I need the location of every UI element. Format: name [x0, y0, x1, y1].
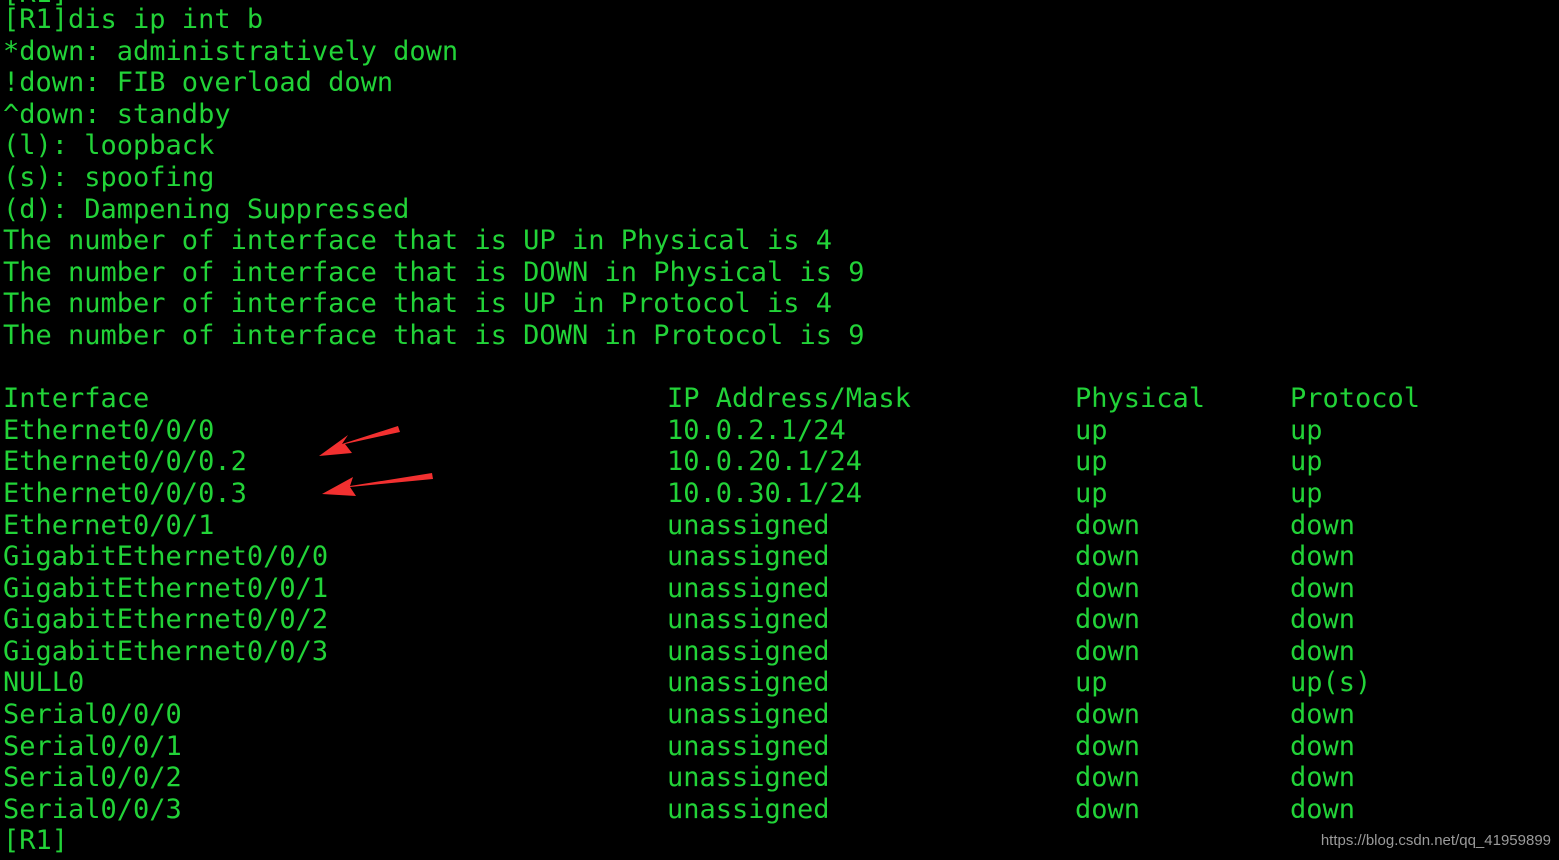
- cell-interface: Ethernet0/0/0: [3, 414, 215, 446]
- cell-protocol-status: down: [1290, 572, 1356, 604]
- cell-protocol-status: up(s): [1290, 667, 1372, 699]
- cell-ip-address: unassigned: [667, 793, 830, 825]
- table-header-interface: Interface: [3, 383, 150, 415]
- cell-interface: Ethernet0/0/0.2: [3, 446, 247, 478]
- cell-ip-address: unassigned: [667, 509, 830, 541]
- cell-physical-status: down: [1075, 730, 1141, 762]
- cell-protocol-status: down: [1290, 730, 1356, 762]
- cell-physical-status: up: [1075, 414, 1108, 446]
- table-row: Serial0/0/1 unassigned down down: [3, 731, 1559, 763]
- table-header-protocol: Protocol: [1290, 383, 1421, 415]
- cell-ip-address: unassigned: [667, 762, 830, 794]
- terminal-output: [R1]dis ip int b *down: administratively…: [3, 4, 1559, 857]
- legend-line-fib-overload: !down: FIB overload down: [3, 67, 394, 99]
- blank-separator-line: [3, 352, 1559, 384]
- cell-protocol-status: down: [1290, 635, 1356, 667]
- cell-interface: GigabitEthernet0/0/2: [3, 604, 329, 636]
- cell-protocol-status: down: [1290, 699, 1356, 731]
- cell-physical-status: down: [1075, 762, 1141, 794]
- legend-line-admin-down: *down: administratively down: [3, 35, 459, 67]
- legend-line-loopback: (l): loopback: [3, 130, 215, 162]
- cell-physical-status: down: [1075, 604, 1141, 636]
- table-row: Serial0/0/3 unassigned down down: [3, 794, 1559, 826]
- terminal-window[interactable]: [R1] [R1]dis ip int b *down: administrat…: [0, 0, 1559, 860]
- cell-interface: Serial0/0/0: [3, 699, 182, 731]
- summary-up-physical: The number of interface that is UP in Ph…: [3, 225, 833, 257]
- table-row: Serial0/0/2 unassigned down down: [3, 762, 1559, 794]
- cell-protocol-status: down: [1290, 762, 1356, 794]
- summary-down-physical: The number of interface that is DOWN in …: [3, 256, 865, 288]
- cell-physical-status: up: [1075, 477, 1108, 509]
- table-row: NULL0 unassigned up up(s): [3, 667, 1559, 699]
- cell-protocol-status: up: [1290, 414, 1323, 446]
- table-row: GigabitEthernet0/0/2 unassigned down dow…: [3, 604, 1559, 636]
- summary-up-protocol: The number of interface that is UP in Pr…: [3, 288, 833, 320]
- table-row: Ethernet0/0/0 10.0.2.1/24 up up: [3, 415, 1559, 447]
- cell-physical-status: down: [1075, 572, 1141, 604]
- cell-interface: GigabitEthernet0/0/3: [3, 635, 329, 667]
- cell-ip-address: unassigned: [667, 730, 830, 762]
- cell-protocol-status: down: [1290, 604, 1356, 636]
- cell-physical-status: down: [1075, 541, 1141, 573]
- table-header-row: Interface IP Address/Mask Physical Proto…: [3, 383, 1559, 415]
- cell-ip-address: unassigned: [667, 541, 830, 573]
- cell-interface: Ethernet0/0/0.3: [3, 477, 247, 509]
- cell-ip-address: 10.0.30.1/24: [667, 477, 863, 509]
- command-line: [R1]dis ip int b: [3, 4, 264, 35]
- watermark-url: https://blog.csdn.net/qq_41959899: [1320, 832, 1551, 849]
- table-row: GigabitEthernet0/0/0 unassigned down dow…: [3, 541, 1559, 573]
- table-row: Ethernet0/0/1 unassigned down down: [3, 510, 1559, 542]
- table-header-ip-address-mask: IP Address/Mask: [667, 383, 911, 415]
- table-row: Ethernet0/0/0.2 10.0.20.1/24 up up: [3, 446, 1559, 478]
- cell-interface: Serial0/0/3: [3, 793, 182, 825]
- cell-ip-address: 10.0.2.1/24: [667, 414, 846, 446]
- table-row: Ethernet0/0/0.3 10.0.30.1/24 up up: [3, 478, 1559, 510]
- cell-ip-address: 10.0.20.1/24: [667, 446, 863, 478]
- cell-protocol-status: down: [1290, 541, 1356, 573]
- cell-protocol-status: down: [1290, 509, 1356, 541]
- summary-down-protocol: The number of interface that is DOWN in …: [3, 319, 865, 351]
- table-row: GigabitEthernet0/0/1 unassigned down dow…: [3, 573, 1559, 605]
- legend-line-dampening: (d): Dampening Suppressed: [3, 193, 410, 225]
- cell-interface: GigabitEthernet0/0/1: [3, 572, 329, 604]
- cell-physical-status: down: [1075, 699, 1141, 731]
- cell-physical-status: down: [1075, 509, 1141, 541]
- cell-interface: GigabitEthernet0/0/0: [3, 541, 329, 573]
- cell-ip-address: unassigned: [667, 604, 830, 636]
- cell-interface: Serial0/0/2: [3, 762, 182, 794]
- table-row: Serial0/0/0 unassigned down down: [3, 699, 1559, 731]
- cell-physical-status: up: [1075, 446, 1108, 478]
- cell-physical-status: down: [1075, 635, 1141, 667]
- cell-interface: Serial0/0/1: [3, 730, 182, 762]
- cell-protocol-status: down: [1290, 793, 1356, 825]
- table-header-physical: Physical: [1075, 383, 1206, 415]
- cell-ip-address: unassigned: [667, 635, 830, 667]
- cell-protocol-status: up: [1290, 477, 1323, 509]
- cell-interface: Ethernet0/0/1: [3, 509, 215, 541]
- cell-ip-address: unassigned: [667, 667, 830, 699]
- cell-protocol-status: up: [1290, 446, 1323, 478]
- cell-interface: NULL0: [3, 667, 85, 699]
- cell-physical-status: down: [1075, 793, 1141, 825]
- table-row: GigabitEthernet0/0/3 unassigned down dow…: [3, 636, 1559, 668]
- cell-ip-address: unassigned: [667, 572, 830, 604]
- legend-line-standby: ^down: standby: [3, 98, 231, 130]
- cell-ip-address: unassigned: [667, 699, 830, 731]
- legend-line-spoofing: (s): spoofing: [3, 161, 215, 193]
- cell-physical-status: up: [1075, 667, 1108, 699]
